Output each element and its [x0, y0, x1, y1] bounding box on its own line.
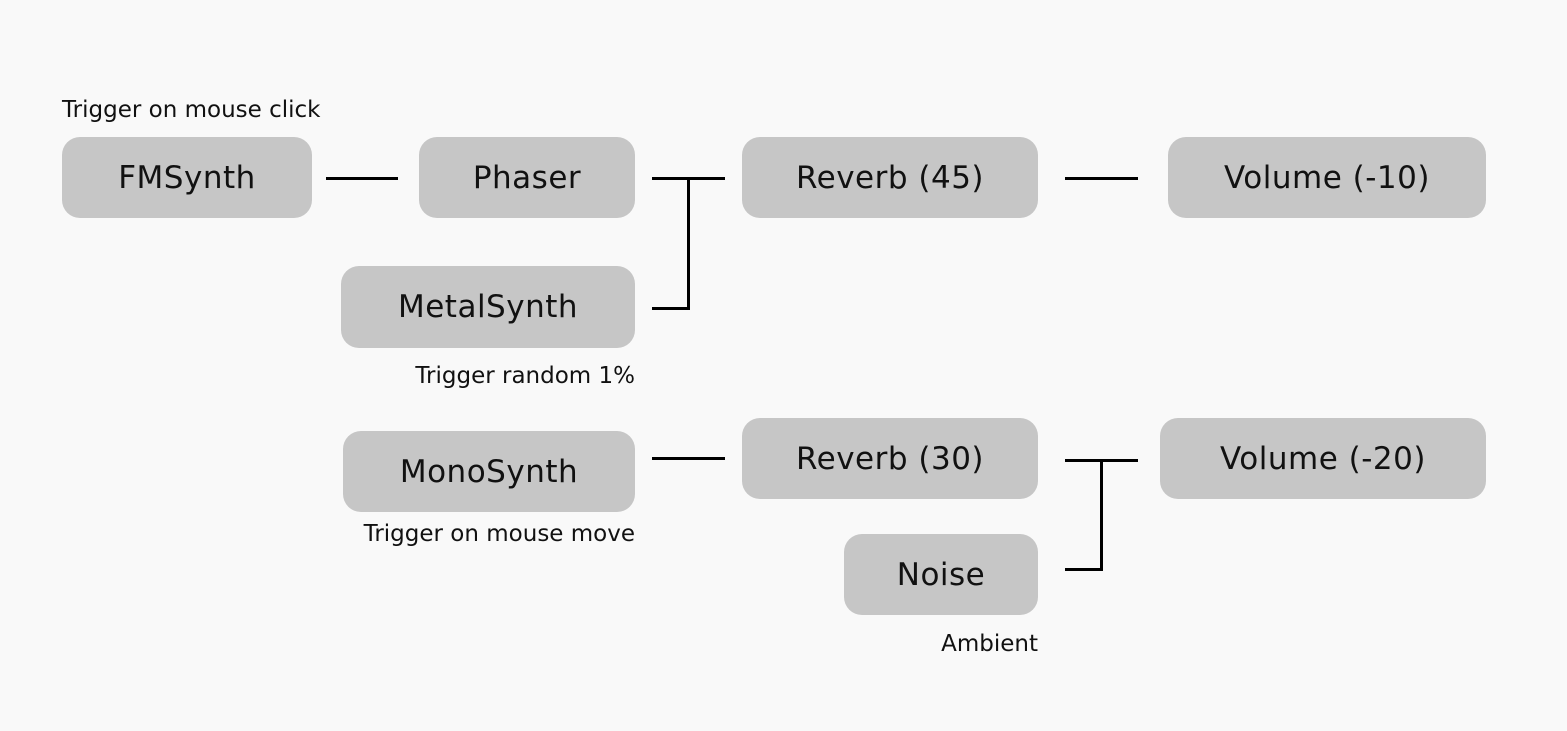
connector-metalsynth	[652, 307, 690, 310]
metalsynth-label: Trigger random 1%	[415, 363, 635, 389]
connector-metalsynth-join	[687, 177, 690, 310]
node-volume-20: Volume (-20)	[1160, 418, 1486, 499]
node-phaser: Phaser	[419, 137, 635, 218]
monosynth-label: Trigger on mouse move	[363, 521, 635, 547]
connector-reverb-volume-10	[1065, 177, 1138, 180]
node-fmsynth: FMSynth	[62, 137, 312, 218]
node-monosynth: MonoSynth	[343, 431, 635, 512]
connector-fmsynth-phaser	[326, 177, 398, 180]
node-reverb-45: Reverb (45)	[742, 137, 1038, 218]
node-volume-10: Volume (-10)	[1168, 137, 1486, 218]
fmsynth-label: Trigger on mouse click	[62, 97, 321, 123]
node-reverb-30: Reverb (30)	[742, 418, 1038, 499]
node-noise: Noise	[844, 534, 1038, 615]
connector-noise	[1065, 568, 1103, 571]
connector-monosynth-reverb	[652, 457, 725, 460]
node-metalsynth: MetalSynth	[341, 266, 635, 348]
connector-noise-join	[1100, 459, 1103, 571]
noise-label: Ambient	[941, 631, 1038, 657]
